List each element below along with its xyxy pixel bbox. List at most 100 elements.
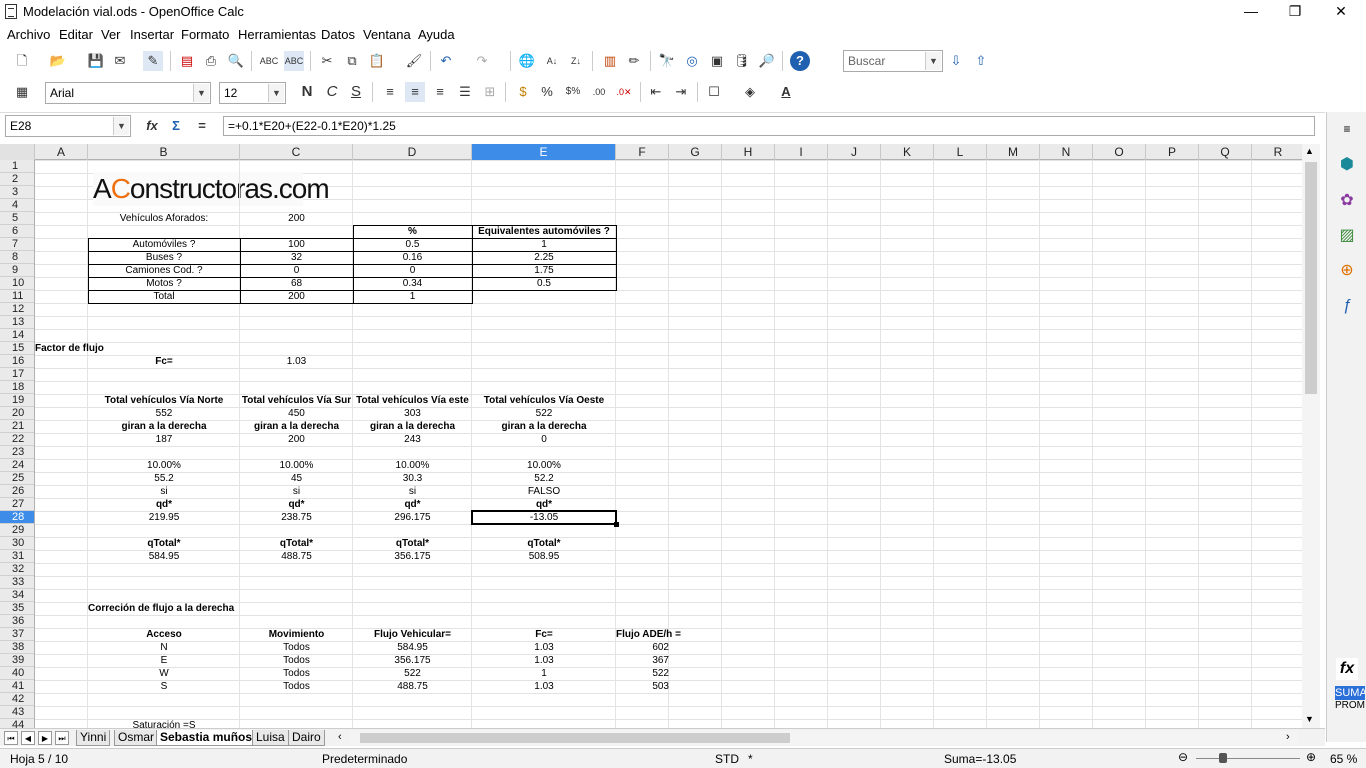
cell-b20[interactable]: 552 [88,407,240,420]
cell-c8[interactable]: 32 [240,251,353,264]
cell-b41[interactable]: S [88,680,240,693]
cell-b16[interactable]: Fc= [88,355,240,368]
cell-e40[interactable]: 1 [472,667,616,680]
cell-e39[interactable]: 1.03 [472,654,616,667]
print-preview-icon[interactable]: 🔍 [226,51,246,71]
close-button[interactable]: ✕ [1318,0,1364,24]
cell-d11[interactable]: 1 [353,290,472,303]
cell-d28[interactable]: 296.175 [353,511,472,524]
row-header-12[interactable]: 12 [0,303,34,316]
cell-e38[interactable]: 1.03 [472,641,616,654]
row-header-41[interactable]: 41 [0,680,34,693]
row-header-43[interactable]: 43 [0,706,34,719]
gallery-sidebar-icon[interactable]: ▨ [1336,225,1358,247]
sheet-tab-yinni[interactable]: Yinni [76,730,111,746]
scroll-down-icon[interactable]: ▼ [1305,714,1314,724]
clone-format-icon[interactable]: 🖌 [404,51,424,71]
zoom-icon[interactable]: 🔎 [757,51,777,71]
cell-d19[interactable]: Total vehículos Vía este [353,394,472,407]
cell-e8[interactable]: 2.25 [472,251,616,264]
row-header-20[interactable]: 20 [0,407,34,420]
cell-e28[interactable]: -13.05 [472,511,616,524]
cell-c31[interactable]: 488.75 [240,550,353,563]
zoom-in-icon[interactable]: ⊕ [1306,750,1316,764]
navigator-icon[interactable]: ◎ [682,51,702,71]
cell-b35[interactable]: Correción de flujo a la derecha [88,602,240,615]
cell-c10[interactable]: 68 [240,277,353,290]
cell-b26[interactable]: si [88,485,240,498]
row-header-19[interactable]: 19 [0,394,34,407]
column-header-d[interactable]: D [353,144,472,160]
autospellcheck-icon[interactable]: ABC [284,51,304,71]
redo-icon[interactable]: ↷ [472,51,492,71]
menu-ayuda[interactable]: Ayuda [418,27,455,42]
chevron-down-icon[interactable]: ▼ [113,117,129,135]
row-header-28[interactable]: 28 [0,511,34,524]
row-header-38[interactable]: 38 [0,641,34,654]
decrease-indent-icon[interactable]: ⇤ [646,82,666,102]
font-name-combo[interactable]: Arial ▼ [45,82,211,104]
cell-b19[interactable]: Total vehículos Vía Norte [88,394,240,407]
row-header-13[interactable]: 13 [0,316,34,329]
cell-c19[interactable]: Total vehículos Vía Sur [240,394,353,407]
cell-c41[interactable]: Todos [240,680,353,693]
open-folder-icon[interactable]: 📂 [48,51,68,71]
cell-d6[interactable]: % [353,225,472,238]
menu-insertar[interactable]: Insertar [130,27,174,42]
row-header-5[interactable]: 5 [0,212,34,225]
percent-format-icon[interactable]: % [537,82,557,102]
row-header-8[interactable]: 8 [0,251,34,264]
font-color-icon[interactable]: A [776,82,796,102]
chevron-down-icon[interactable]: ▼ [193,84,209,102]
cell-d9[interactable]: 0 [353,264,472,277]
row-header-4[interactable]: 4 [0,199,34,212]
cell-d24[interactable]: 10.00% [353,459,472,472]
cell-d8[interactable]: 0.16 [353,251,472,264]
vertical-scroll-thumb[interactable] [1305,162,1317,394]
hyperlink-icon[interactable]: 🌐 [517,51,537,71]
cell-b31[interactable]: 584.95 [88,550,240,563]
cell-c28[interactable]: 238.75 [240,511,353,524]
functions-sidebar-icon[interactable]: ƒ [1336,295,1358,317]
cell-b37[interactable]: Acceso [88,628,240,641]
italic-button[interactable]: C [322,82,342,102]
cell-b38[interactable]: N [88,641,240,654]
cell-c24[interactable]: 10.00% [240,459,353,472]
gallery-icon[interactable]: ▣ [707,51,727,71]
standard-format-icon[interactable]: $% [563,82,583,102]
row-header-24[interactable]: 24 [0,459,34,472]
row-header-17[interactable]: 17 [0,368,34,381]
sheet-tab-osmar[interactable]: Osmar [114,730,158,746]
chevron-down-icon[interactable]: ▼ [925,52,941,70]
horizontal-scroll-thumb[interactable] [360,733,790,743]
restore-button[interactable]: ❐ [1272,0,1318,24]
scroll-up-icon[interactable]: ▲ [1305,146,1314,156]
zoom-slider[interactable] [1196,758,1300,759]
cell-d27[interactable]: qd* [353,498,472,511]
column-header-f[interactable]: F [616,144,669,160]
formula-icon[interactable]: = [192,116,212,136]
menu-archivo[interactable]: Archivo [7,27,50,42]
sheet-tab-sebastia-munos[interactable]: Sebastia muños [156,730,257,746]
cell-b21[interactable]: giran a la derecha [88,420,240,433]
selection-mode[interactable]: STD [715,752,739,766]
cell-b30[interactable]: qTotal* [88,537,240,550]
row-header-16[interactable]: 16 [0,355,34,368]
cell-b25[interactable]: 55.2 [88,472,240,485]
cell-d39[interactable]: 356.175 [353,654,472,667]
row-header-9[interactable]: 9 [0,264,34,277]
row-header-44[interactable]: 44 [0,719,34,728]
row-header-15[interactable]: 15 [0,342,34,355]
cell-e7[interactable]: 1 [472,238,616,251]
justify-icon[interactable]: ☰ [455,82,475,102]
next-sheet-icon[interactable]: ▶ [38,731,52,745]
horizontal-scrollbar[interactable] [350,731,1298,745]
vertical-scrollbar[interactable]: ▲ ▼ [1302,144,1320,728]
paste-icon[interactable]: 📋 [367,51,387,71]
cell-c27[interactable]: qd* [240,498,353,511]
cell-e10[interactable]: 0.5 [472,277,616,290]
row-header-32[interactable]: 32 [0,563,34,576]
row-header-6[interactable]: 6 [0,225,34,238]
cell-f38[interactable]: 602 [616,641,669,654]
cell-a15[interactable]: Factor de flujo [35,342,104,355]
